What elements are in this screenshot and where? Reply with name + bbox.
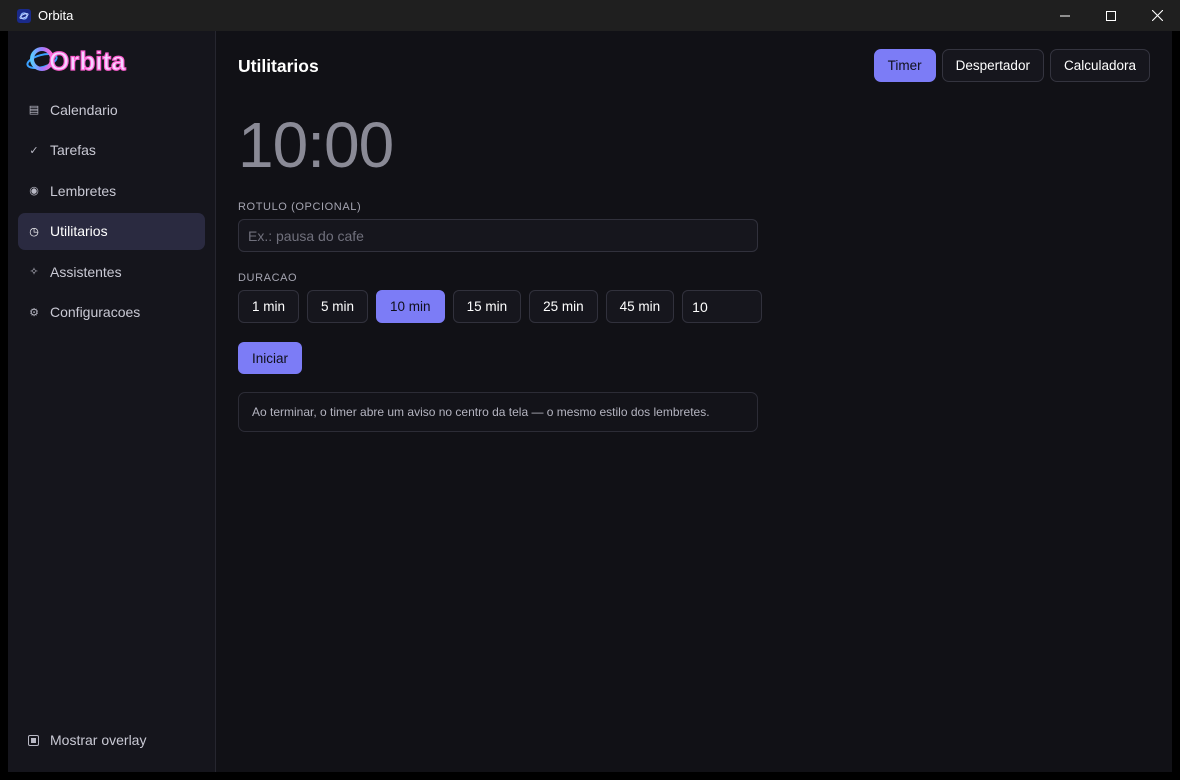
sidebar-item-calendario[interactable]: ▤ Calendario <box>18 91 205 128</box>
duration-5min-button[interactable]: 5 min <box>307 290 369 323</box>
minimize-button[interactable] <box>1042 0 1088 31</box>
tab-calculadora[interactable]: Calculadora <box>1049 49 1150 82</box>
timer-label-input[interactable] <box>238 219 758 252</box>
utility-tabs: Timer Despertador Calculadora <box>873 49 1150 82</box>
info-text: Ao terminar, o timer abre um aviso no ce… <box>252 405 710 419</box>
maximize-button[interactable] <box>1088 0 1134 31</box>
app-icon <box>17 8 31 23</box>
bell-dot-icon: ◉ <box>29 185 39 197</box>
sidebar-item-label: Assistentes <box>50 263 122 280</box>
window-title: Orbita <box>38 8 74 23</box>
sidebar-item-label: Utilitarios <box>50 223 108 239</box>
sidebar-item-label: Configuracoes <box>50 304 141 320</box>
main-content: Utilitarios Timer Despertador Calculador… <box>216 31 1172 772</box>
duration-label: DURACAO <box>238 272 298 284</box>
close-button[interactable] <box>1134 0 1180 31</box>
sidebar-item-assistentes[interactable]: ✧ Assistentes <box>18 253 205 290</box>
maximize-icon <box>1106 10 1116 21</box>
tab-timer[interactable]: Timer <box>873 49 936 82</box>
sidebar-item-label: Lembretes <box>50 182 117 199</box>
close-icon <box>1151 10 1163 21</box>
timer-display: 10:00 <box>238 109 394 181</box>
calendar-icon: ▤ <box>28 104 40 116</box>
overlay-toggle-label: Mostrar overlay <box>50 732 147 748</box>
app-window: Orbita ▤ Calendario ✓ Tarefas ◉ Lembrete… <box>8 31 1172 772</box>
title-bar: Orbita <box>0 0 1180 31</box>
duration-presets: 1 min 5 min 10 min 15 min 25 min 45 min <box>238 290 763 323</box>
sidebar-item-label: Tarefas <box>50 142 96 158</box>
overlay-checkbox-icon <box>28 734 39 746</box>
sidebar-nav: ▤ Calendario ✓ Tarefas ◉ Lembretes ◷ Uti… <box>18 91 205 334</box>
sparkle-icon: ✧ <box>29 266 39 278</box>
orbita-logo: Orbita <box>26 39 138 79</box>
overlay-toggle[interactable]: Mostrar overlay <box>28 732 146 748</box>
logo-text: Orbita <box>49 46 126 76</box>
minimize-icon <box>1060 15 1070 16</box>
custom-duration-input[interactable] <box>682 290 763 323</box>
sidebar: Orbita ▤ Calendario ✓ Tarefas ◉ Lembrete… <box>8 31 216 772</box>
duration-25min-button[interactable]: 25 min <box>529 290 598 323</box>
start-button[interactable]: Iniciar <box>238 342 303 374</box>
duration-1min-button[interactable]: 1 min <box>238 290 300 323</box>
sidebar-item-label: Calendario <box>50 101 118 118</box>
check-icon: ✓ <box>29 144 39 157</box>
page-title: Utilitarios <box>238 56 319 76</box>
sidebar-item-utilitarios[interactable]: ◷ Utilitarios <box>18 212 205 250</box>
gear-icon: ⚙ <box>29 306 39 319</box>
duration-15min-button[interactable]: 15 min <box>452 290 522 323</box>
timer-info-note: Ao terminar, o timer abre um aviso no ce… <box>238 392 758 432</box>
clock-icon: ◷ <box>29 225 39 238</box>
label-field-label: ROTULO (OPCIONAL) <box>238 201 362 213</box>
sidebar-item-lembretes[interactable]: ◉ Lembretes <box>18 172 205 209</box>
sidebar-item-tarefas[interactable]: ✓ Tarefas <box>18 132 205 169</box>
duration-45min-button[interactable]: 45 min <box>605 290 675 323</box>
tab-despertador[interactable]: Despertador <box>941 49 1044 82</box>
duration-10min-button[interactable]: 10 min <box>376 290 445 323</box>
sidebar-item-configuracoes[interactable]: ⚙ Configuracoes <box>18 294 205 331</box>
